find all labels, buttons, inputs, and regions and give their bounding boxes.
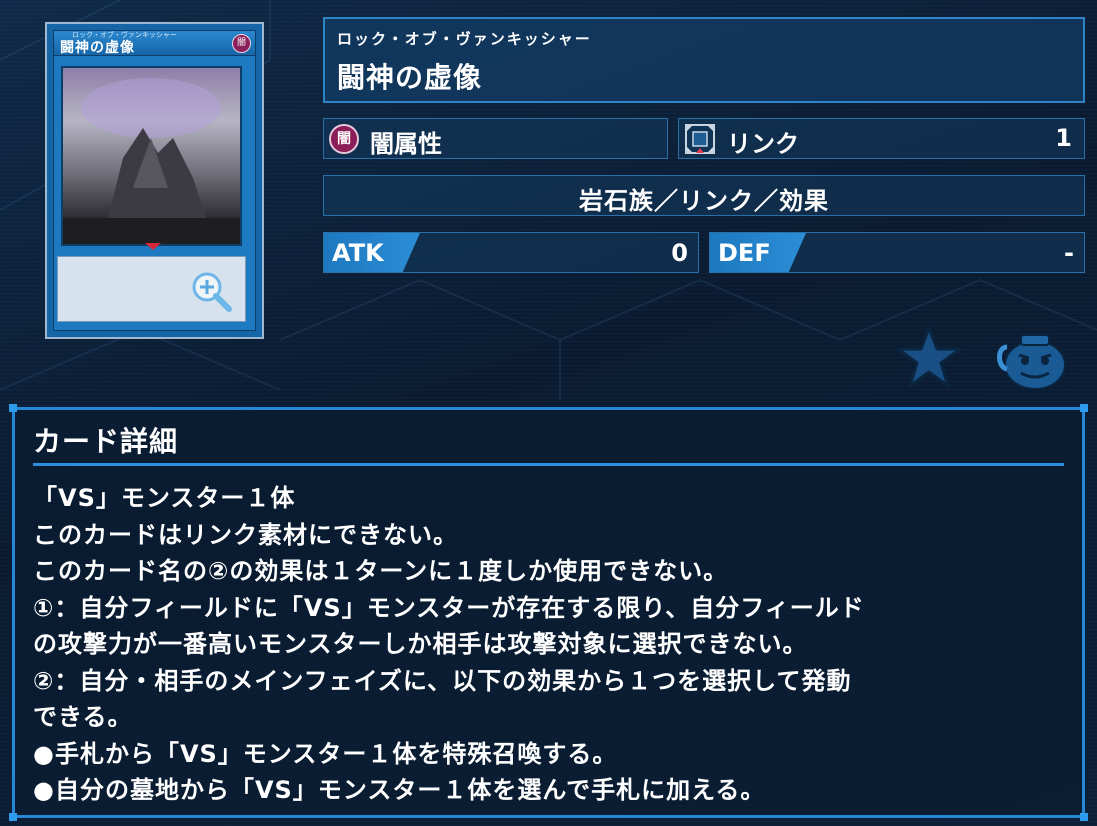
- effect-line: できる。: [33, 703, 133, 731]
- effect-line: ①：自分フィールドに「VS」モンスターが存在する限り、自分フィールド: [33, 593, 865, 622]
- card-name-reading: ロック・オブ・ヴァンキッシャー: [337, 30, 592, 48]
- link-arrow-bottom: [145, 243, 161, 250]
- atk-value: 0: [671, 239, 688, 267]
- card-artwork: [61, 66, 242, 246]
- link-rating-value: 1: [1055, 124, 1072, 152]
- effect-line: ●手札から「VS」モンスター１体を特殊召喚する。: [33, 739, 618, 768]
- corner-marker: [1080, 813, 1088, 821]
- monster-type-line: 岩石族／リンク／効果: [579, 187, 829, 215]
- link-rating-icon: [685, 124, 715, 154]
- effect-line: ●自分の墓地から「VS」モンスター１体を選んで手札に加える。: [33, 776, 766, 804]
- effect-line: の攻撃力が一番高いモンスターしか相手は攻撃対象に選択できない。: [33, 630, 808, 658]
- card-name: 闘神の虚像: [337, 61, 483, 94]
- card-image-name: 闘神の虚像: [60, 40, 135, 56]
- card-name-plate: ロック・オブ・ヴァンキッシャー 闘神の虚像 闇: [53, 30, 256, 56]
- pot-of-greed-icon[interactable]: [995, 325, 1069, 391]
- def-label: DEF: [718, 239, 771, 267]
- def-panel: DEF -: [709, 232, 1085, 273]
- type-panel: 岩石族／リンク／効果: [323, 175, 1085, 216]
- attribute-panel: 闇 闇属性: [323, 118, 668, 159]
- def-value: -: [1064, 239, 1074, 267]
- link-panel: リンク 1: [678, 118, 1085, 159]
- card-effect-text: 「VS」モンスター１体 このカードはリンク素材にできない。 このカード名の②の効…: [33, 480, 1063, 809]
- dark-attribute-icon: 闇: [329, 124, 359, 154]
- title-divider: [33, 463, 1064, 466]
- link-label: リンク: [727, 130, 799, 158]
- effect-line: このカード名の②の効果は１ターンに１度しか使用できない。: [33, 557, 729, 585]
- effect-line: このカードはリンク素材にできない。: [33, 520, 458, 549]
- corner-marker: [9, 404, 17, 412]
- card-image-attribute-icon: 闇: [232, 34, 251, 53]
- card-details-panel: カード詳細 「VS」モンスター１体 このカードはリンク素材にできない。 このカー…: [9, 404, 1088, 821]
- star-icon[interactable]: [895, 325, 963, 389]
- attribute-label: 闇属性: [370, 130, 442, 158]
- card-details-title: カード詳細: [33, 425, 179, 458]
- effect-line: ②：自分・相手のメインフェイズに、以下の効果から１つを選択して発動: [33, 666, 852, 695]
- atk-label: ATK: [332, 239, 384, 267]
- card-image[interactable]: ロック・オブ・ヴァンキッシャー 闘神の虚像 闇: [45, 22, 264, 339]
- atk-panel: ATK 0: [323, 232, 699, 273]
- zoom-in-icon[interactable]: [189, 269, 233, 313]
- effect-line: 「VS」モンスター１体: [33, 484, 296, 512]
- card-title-panel: ロック・オブ・ヴァンキッシャー 闘神の虚像: [323, 17, 1085, 103]
- card-text-box: [57, 256, 246, 322]
- corner-marker: [1080, 404, 1088, 412]
- corner-marker: [9, 813, 17, 821]
- artwork-illustration: [63, 78, 240, 244]
